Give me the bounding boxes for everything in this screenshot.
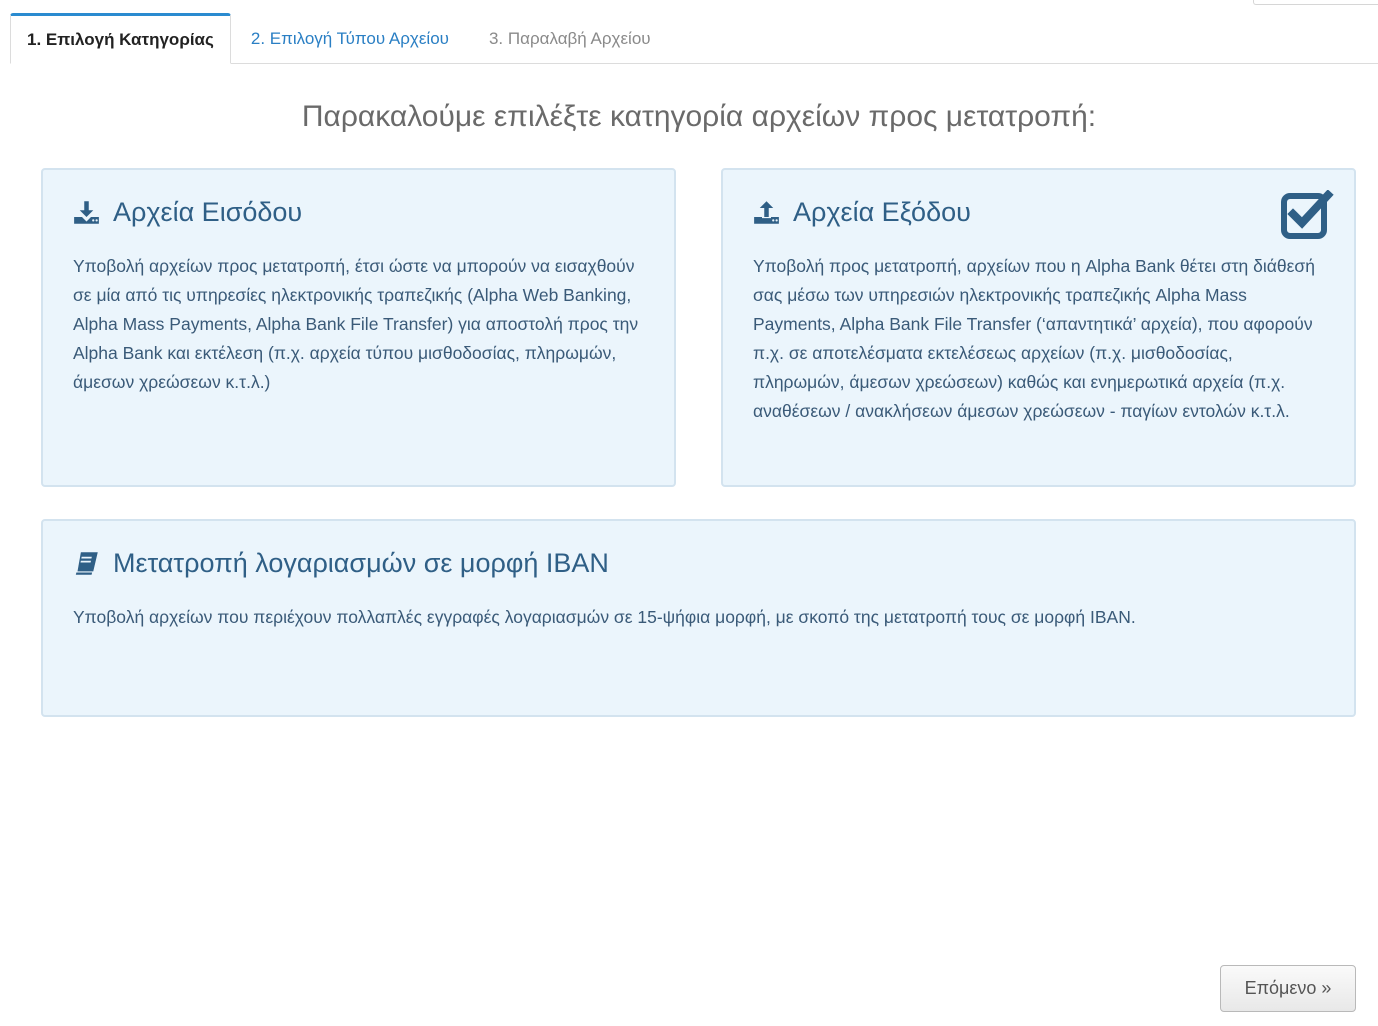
card-output-files-title: Αρχεία Εξόδου [793,197,971,227]
card-output-files-title-row: Αρχεία Εξόδου [753,197,971,228]
card-input-files-title-row: Αρχεία Εισόδου [73,197,302,228]
page-heading: Παρακαλούμε επιλέξτε κατηγορία αρχείων π… [301,100,1097,133]
book-icon [73,550,100,577]
top-control-stub [1253,0,1378,5]
wizard-page: 1. Επιλογή Κατηγορίας 2. Επιλογή Τύπου Α… [0,0,1378,1026]
card-input-files-description: Υποβολή αρχείων προς μετατροπή, έτσι ώστ… [73,256,639,392]
card-input-files-title: Αρχεία Εισόδου [113,197,303,227]
wizard-tabs: 1. Επιλογή Κατηγορίας 2. Επιλογή Τύπου Α… [10,13,1378,64]
card-iban-title-row: Μετατροπή λογαριασμών σε μορφή IBAN [73,548,609,579]
tab-receive-file: 3. Παραλαβή Αρχείου [488,28,651,48]
checked-checkbox-icon [1281,190,1334,239]
tab-select-file-type[interactable]: 2. Επιλογή Τύπου Αρχείου [231,14,469,63]
next-button[interactable]: Επόμενο » [1220,965,1356,1012]
upload-icon [753,199,780,226]
card-output-files[interactable]: Αρχεία Εξόδου Υποβολή προς μετατροπή, αρ… [721,168,1356,487]
card-input-files[interactable]: Αρχεία Εισόδου Υποβολή αρχείων προς μετα… [41,168,676,487]
card-iban-conversion[interactable]: Μετατροπή λογαριασμών σε μορφή IBAN Υποβ… [41,519,1356,717]
tab-select-category[interactable]: 1. Επιλογή Κατηγορίας [10,13,231,64]
download-icon [73,199,100,226]
card-iban-description: Υποβολή αρχείων που περιέχουν πολλαπλές … [73,607,1136,627]
card-output-files-description: Υποβολή προς μετατροπή, αρχείων που η Al… [753,256,1315,421]
card-iban-title: Μετατροπή λογαριασμών σε μορφή IBAN [113,548,609,578]
